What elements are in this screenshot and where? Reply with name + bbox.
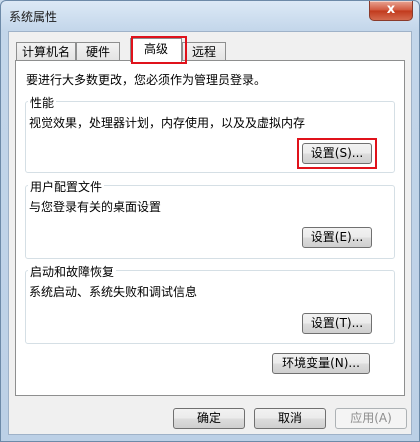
user-profiles-settings-button[interactable]: 设置(E)... xyxy=(302,227,372,248)
startup-recovery-title: 启动和故障恢复 xyxy=(28,263,117,280)
startup-settings-button[interactable]: 设置(T)... xyxy=(302,313,372,334)
startup-recovery-description: 系统启动、系统失败和调试信息 xyxy=(29,285,198,299)
tab-label: 高级 xyxy=(143,42,168,56)
system-properties-window: 系统属性 x 计算机名 硬件 高级 远程 要进行大多数更改，您必须作为管理员登录… xyxy=(0,0,420,442)
tab-remote[interactable]: 远程 xyxy=(182,42,226,61)
performance-settings-button[interactable]: 设置(S)... xyxy=(302,143,372,164)
tab-computer-name[interactable]: 计算机名 xyxy=(16,42,76,61)
performance-title: 性能 xyxy=(28,94,57,111)
user-profiles-group: 用户配置文件 与您登录有关的桌面设置 设置(E)... xyxy=(25,178,395,259)
performance-group: 性能 视觉效果，处理器计划，内存使用，以及及虚拟内存 设置(S)... xyxy=(25,94,395,173)
title-bar[interactable]: 系统属性 x xyxy=(1,1,419,31)
dialog-client-area: 计算机名 硬件 高级 远程 要进行大多数更改，您必须作为管理员登录。 性能 视觉… xyxy=(8,31,412,435)
window-title: 系统属性 xyxy=(9,10,58,24)
tab-advanced[interactable]: 高级 xyxy=(130,38,182,62)
close-icon: x xyxy=(386,2,396,17)
tab-label: 计算机名 xyxy=(21,45,70,59)
tab-label: 硬件 xyxy=(85,45,110,59)
admin-notice: 要进行大多数更改，您必须作为管理员登录。 xyxy=(26,73,267,87)
user-profiles-description: 与您登录有关的桌面设置 xyxy=(29,200,162,214)
tab-hardware[interactable]: 硬件 xyxy=(76,42,120,61)
environment-variables-button[interactable]: 环境变量(N)... xyxy=(272,353,370,374)
ok-button[interactable]: 确定 xyxy=(173,408,245,429)
cancel-button[interactable]: 取消 xyxy=(254,408,326,429)
tab-label: 远程 xyxy=(191,45,216,59)
close-button[interactable]: x xyxy=(369,1,413,21)
performance-description: 视觉效果，处理器计划，内存使用，以及及虚拟内存 xyxy=(29,116,306,130)
advanced-tab-panel: 要进行大多数更改，您必须作为管理员登录。 性能 视觉效果，处理器计划，内存使用，… xyxy=(15,60,405,396)
startup-recovery-group: 启动和故障恢复 系统启动、系统失败和调试信息 设置(T)... xyxy=(25,263,395,344)
apply-button[interactable]: 应用(A) xyxy=(335,408,407,429)
user-profiles-title: 用户配置文件 xyxy=(28,178,105,195)
